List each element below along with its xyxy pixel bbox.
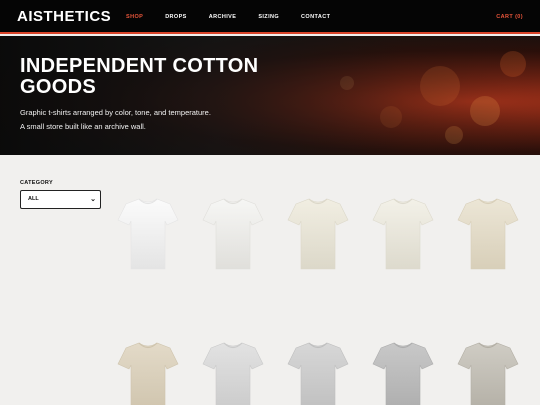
product-card[interactable] (287, 340, 349, 405)
tshirt-image (202, 342, 264, 405)
product-card[interactable] (117, 196, 179, 272)
nav-sizing[interactable]: SIZING (258, 14, 279, 20)
site-logo[interactable]: AISTHETICS (17, 8, 111, 25)
product-card[interactable] (287, 196, 349, 272)
tshirt-image (457, 198, 519, 270)
chevron-down-icon: ⌄ (90, 196, 96, 203)
nav-contact[interactable]: CONTACT (301, 14, 330, 20)
product-card[interactable] (117, 340, 179, 405)
cart-link[interactable]: CART (0) (496, 14, 523, 20)
tshirt-image (287, 342, 349, 405)
tshirt-image (372, 198, 434, 270)
nav-drops[interactable]: DROPS (165, 14, 187, 20)
nav-archive[interactable]: ARCHIVE (209, 14, 237, 20)
tshirt-image (117, 198, 179, 270)
product-card[interactable] (372, 196, 434, 272)
product-card[interactable] (202, 196, 264, 272)
product-card[interactable] (457, 196, 519, 272)
tshirt-image (372, 342, 434, 405)
hero-title: INDEPENDENT COTTON GOODS (20, 55, 259, 98)
category-selected-value: ALL (28, 196, 39, 202)
tshirt-image (202, 198, 264, 270)
category-label: CATEGORY (20, 180, 53, 186)
tshirt-image (287, 198, 349, 270)
product-card[interactable] (202, 340, 264, 405)
tshirt-image (117, 342, 179, 405)
site-header: AISTHETICS SHOP DROPS ARCHIVE SIZING CON… (0, 0, 540, 34)
product-card[interactable] (457, 340, 519, 405)
main-nav: SHOP DROPS ARCHIVE SIZING CONTACT (126, 14, 352, 20)
category-select[interactable]: ALL ⌄ (20, 190, 101, 209)
hero-banner: INDEPENDENT COTTON GOODS Graphic t-shirt… (0, 36, 540, 155)
product-card[interactable] (372, 340, 434, 405)
hero-subtagline: A small store built like an archive wall… (20, 122, 146, 131)
tshirt-image (457, 342, 519, 405)
hero-tagline: Graphic t-shirts arranged by color, tone… (20, 108, 211, 117)
nav-shop[interactable]: SHOP (126, 14, 143, 20)
